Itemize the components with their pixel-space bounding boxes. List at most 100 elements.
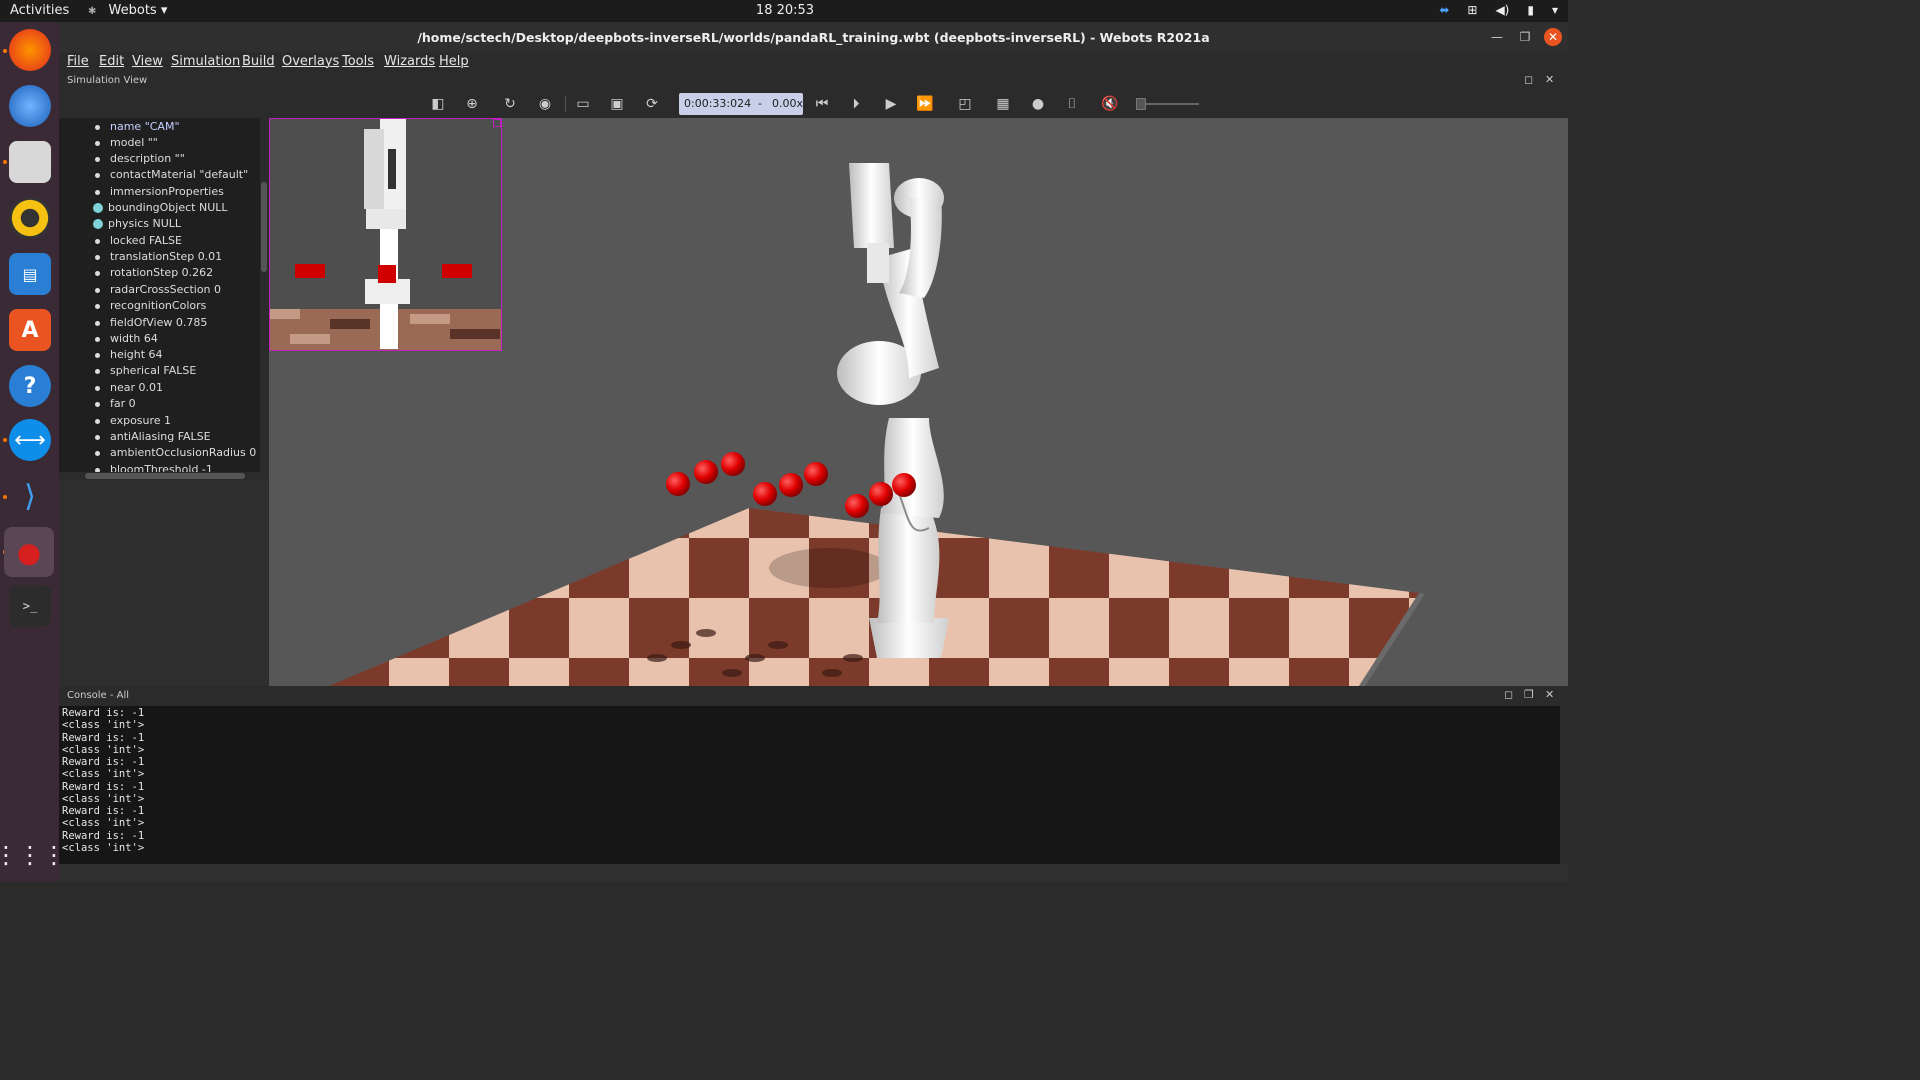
field-bullet-icon <box>95 239 100 244</box>
field-bullet-icon <box>95 288 100 293</box>
field-label: boundingObject NULL <box>108 201 228 214</box>
console-close-icon[interactable]: ✕ <box>1545 688 1554 701</box>
3d-viewport[interactable] <box>269 118 1568 686</box>
open-world-icon[interactable]: ▭ <box>572 94 594 114</box>
field-bullet-icon <box>95 386 100 391</box>
console-line: <class 'int'> <box>62 817 145 829</box>
network-icon[interactable]: ⊞ <box>1467 3 1477 17</box>
console-float-icon[interactable]: ◻ <box>1504 688 1513 701</box>
close-panel-icon[interactable]: ✕ <box>1545 73 1554 86</box>
camera-overlay[interactable] <box>269 118 502 351</box>
camera-resize-handle[interactable] <box>493 119 501 127</box>
close-icon[interactable]: ✕ <box>1544 28 1562 46</box>
window-title-bar[interactable]: /home/sctech/Desktop/deepbots-inverseRL/… <box>59 22 1568 52</box>
console-line: Reward is: -1 <box>62 805 145 817</box>
system-tray[interactable]: ⬌ ⊞ ◀) ▮ ▾ <box>1439 3 1558 17</box>
target-sphere[interactable] <box>869 482 893 506</box>
menu-wizards[interactable]: Wizards <box>384 54 435 69</box>
target-sphere[interactable] <box>694 460 718 484</box>
target-sphere[interactable] <box>779 473 803 497</box>
step-icon[interactable]: ⏵ <box>845 94 867 114</box>
menu-edit[interactable]: Edit <box>99 54 124 69</box>
thunderbird-icon[interactable] <box>9 85 51 127</box>
add-node-icon[interactable]: ⊕ <box>461 94 483 114</box>
webots-ladybug-icon[interactable]: ● <box>4 527 54 577</box>
save-world-icon[interactable]: ▣ <box>606 94 628 114</box>
target-sphere[interactable] <box>804 462 828 486</box>
reload-world-icon[interactable]: ⟳ <box>641 94 663 114</box>
files-icon[interactable] <box>9 141 51 183</box>
status-bar <box>59 864 1568 882</box>
show-applications-icon[interactable]: ⋮⋮⋮ <box>0 834 66 876</box>
activities-button[interactable]: Activities <box>10 3 69 18</box>
console-line: <class 'int'> <box>62 842 145 854</box>
field-label: model "" <box>110 136 158 149</box>
app-menu[interactable]: ✱ Webots ▾ <box>88 3 167 18</box>
volume-slider-track[interactable] <box>1139 103 1199 105</box>
toggle-scene-tree-icon[interactable]: ◧ <box>427 94 449 114</box>
reset-simulation-icon[interactable]: ⏮ <box>811 94 833 114</box>
record-icon[interactable]: ● <box>1027 94 1049 114</box>
field-bullet-icon <box>95 369 100 374</box>
target-sphere[interactable] <box>892 473 916 497</box>
rhythmbox-icon[interactable] <box>9 197 51 239</box>
target-sphere[interactable] <box>666 472 690 496</box>
running-indicator <box>3 49 7 53</box>
menu-overlays[interactable]: Overlays <box>282 54 339 69</box>
maximize-icon[interactable]: ❐ <box>1516 28 1534 46</box>
view-eye-icon[interactable]: ◉ <box>534 94 556 114</box>
console-detach-icon[interactable]: ❐ <box>1524 688 1534 701</box>
field-bullet-icon <box>95 304 100 309</box>
scrollbar-thumb[interactable] <box>261 182 267 272</box>
rendering-toggle-icon[interactable]: ◰ <box>954 94 976 114</box>
target-sphere[interactable] <box>721 452 745 476</box>
scrollbar-thumb[interactable] <box>85 473 245 479</box>
field-label: name "CAM" <box>110 120 180 133</box>
field-bullet-icon <box>95 255 100 260</box>
menu-help[interactable]: Help <box>439 54 469 69</box>
menu-file[interactable]: File <box>67 54 89 69</box>
field-bullet-icon <box>95 125 100 130</box>
running-indicator <box>3 438 7 442</box>
make-movie-icon[interactable]: ▦ <box>992 94 1014 114</box>
screenshot-icon[interactable]: ⌷ <box>1061 94 1083 114</box>
play-icon[interactable]: ▶ <box>880 94 902 114</box>
volume-slider-handle[interactable] <box>1136 98 1146 110</box>
terminal-icon[interactable]: >_ <box>9 585 51 627</box>
console-output[interactable]: Reward is: -1 <class 'int'> Reward is: -… <box>59 706 1560 864</box>
minimize-icon[interactable]: — <box>1488 28 1506 46</box>
battery-icon[interactable]: ▮ <box>1527 3 1534 17</box>
scene-tree-vertical-scrollbar[interactable] <box>260 118 268 480</box>
simulation-time: 0:00:33:024 <box>684 97 752 110</box>
target-sphere[interactable] <box>845 494 869 518</box>
libreoffice-writer-icon[interactable]: ▤ <box>9 253 51 295</box>
mute-icon[interactable]: 🔇 <box>1099 94 1121 114</box>
field-bullet-icon <box>95 451 100 456</box>
teamviewer-icon[interactable]: ⟷ <box>9 419 51 461</box>
menu-simulation[interactable]: Simulation <box>171 54 240 69</box>
float-panel-icon[interactable]: ◻ <box>1524 73 1533 86</box>
volume-icon[interactable]: ◀) <box>1495 3 1509 17</box>
scene-tree-horizontal-scrollbar[interactable] <box>59 472 268 480</box>
menu-bar: File Edit View Simulation Build Overlays… <box>59 52 1568 72</box>
running-indicator <box>3 495 7 499</box>
power-menu-icon[interactable]: ▾ <box>1552 3 1558 17</box>
field-label: immersionProperties <box>110 185 224 198</box>
help-icon[interactable]: ? <box>9 365 51 407</box>
firefox-icon[interactable] <box>9 29 51 71</box>
target-sphere[interactable] <box>753 482 777 506</box>
fast-forward-icon[interactable]: ⏩ <box>914 94 936 114</box>
node-editor-area <box>59 480 268 686</box>
ball-shadow <box>745 654 765 662</box>
view-rotate-icon[interactable]: ↻ <box>499 94 521 114</box>
menu-build[interactable]: Build <box>242 54 275 69</box>
node-bullet-icon <box>93 219 103 229</box>
teamviewer-tray-icon[interactable]: ⬌ <box>1439 3 1449 17</box>
clock[interactable]: 18 20:53 <box>756 3 814 18</box>
field-bullet-icon <box>95 157 100 162</box>
console-scrollbar[interactable] <box>1560 706 1568 864</box>
software-center-icon[interactable]: A <box>9 309 51 351</box>
vscode-icon[interactable]: ⟩ <box>9 475 51 517</box>
menu-view[interactable]: View <box>132 54 163 69</box>
menu-tools[interactable]: Tools <box>342 54 374 69</box>
